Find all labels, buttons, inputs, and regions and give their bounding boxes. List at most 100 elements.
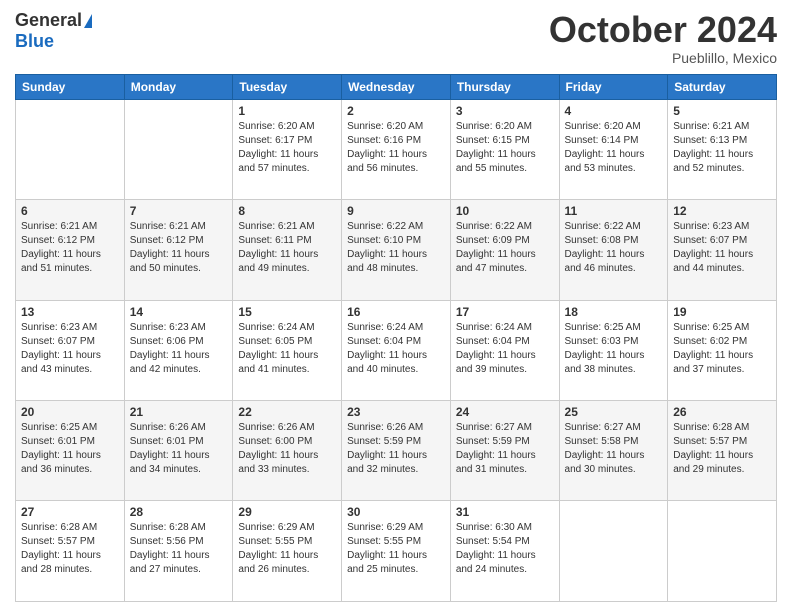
table-row: 24 Sunrise: 6:27 AM Sunset: 5:59 PM Dayli… — [450, 401, 559, 501]
calendar-header-row: Sunday Monday Tuesday Wednesday Thursday… — [16, 74, 777, 99]
day-number: 2 — [347, 104, 445, 118]
day-number: 4 — [565, 104, 663, 118]
table-row: 17 Sunrise: 6:24 AM Sunset: 6:04 PM Dayli… — [450, 300, 559, 400]
day-info: Sunrise: 6:24 AM Sunset: 6:04 PM Dayligh… — [347, 321, 445, 377]
table-row: 11Sunrise: 6:22 AM Sunset: 6:08 PM Dayli… — [559, 200, 668, 300]
day-number: 17 — [456, 305, 554, 319]
table-row: 1 Sunrise: 6:20 AM Sunset: 6:17 PM Daylig… — [233, 99, 342, 199]
month-title: October 2024 — [549, 10, 777, 50]
col-thursday: Thursday — [450, 74, 559, 99]
table-row: 26 Sunrise: 6:28 AM Sunset: 5:57 PM Dayli… — [668, 401, 777, 501]
table-row: 30 Sunrise: 6:29 AM Sunset: 5:55 PM Dayli… — [342, 501, 451, 602]
day-number: 6 — [21, 204, 119, 218]
day-info: Sunrise: 6:22 AM Sunset: 6:08 PM Dayligh… — [565, 220, 663, 276]
table-row — [16, 99, 125, 199]
logo-general: General — [15, 10, 82, 31]
day-info: Sunrise: 6:29 AM Sunset: 5:55 PM Dayligh… — [238, 521, 336, 577]
table-row: 9Sunrise: 6:22 AM Sunset: 6:10 PM Daylig… — [342, 200, 451, 300]
table-row: 16 Sunrise: 6:24 AM Sunset: 6:04 PM Dayli… — [342, 300, 451, 400]
col-monday: Monday — [124, 74, 233, 99]
table-row: 14Sunrise: 6:23 AM Sunset: 6:06 PM Dayli… — [124, 300, 233, 400]
table-row: 22 Sunrise: 6:26 AM Sunset: 6:00 PM Dayli… — [233, 401, 342, 501]
col-wednesday: Wednesday — [342, 74, 451, 99]
day-info: Sunrise: 6:27 AM Sunset: 5:59 PM Dayligh… — [456, 421, 554, 477]
day-info: Sunrise: 6:29 AM Sunset: 5:55 PM Dayligh… — [347, 521, 445, 577]
table-row: 10 Sunrise: 6:22 AM Sunset: 6:09 PM Dayli… — [450, 200, 559, 300]
day-info: Sunrise: 6:25 AM Sunset: 6:02 PM Dayligh… — [673, 321, 771, 377]
page: General Blue October 2024 Pueblillo, Mex… — [0, 0, 792, 612]
calendar-week-row: 6 Sunrise: 6:21 AM Sunset: 6:12 PM Daylig… — [16, 200, 777, 300]
logo: General Blue — [15, 10, 92, 52]
day-number: 24 — [456, 405, 554, 419]
day-number: 23 — [347, 405, 445, 419]
day-info: Sunrise: 6:26 AM Sunset: 6:00 PM Dayligh… — [238, 421, 336, 477]
logo-text: General — [15, 10, 92, 31]
table-row: 7Sunrise: 6:21 AM Sunset: 6:12 PM Daylig… — [124, 200, 233, 300]
table-row: 25 Sunrise: 6:27 AM Sunset: 5:58 PM Dayli… — [559, 401, 668, 501]
day-number: 22 — [238, 405, 336, 419]
day-number: 29 — [238, 505, 336, 519]
day-number: 15 — [238, 305, 336, 319]
logo-triangle-icon — [84, 14, 92, 28]
table-row: 15Sunrise: 6:24 AM Sunset: 6:05 PM Dayli… — [233, 300, 342, 400]
day-info: Sunrise: 6:21 AM Sunset: 6:11 PM Dayligh… — [238, 220, 336, 276]
header: General Blue October 2024 Pueblillo, Mex… — [15, 10, 777, 66]
title-block: October 2024 Pueblillo, Mexico — [549, 10, 777, 66]
table-row: 6 Sunrise: 6:21 AM Sunset: 6:12 PM Daylig… — [16, 200, 125, 300]
day-info: Sunrise: 6:28 AM Sunset: 5:57 PM Dayligh… — [673, 421, 771, 477]
day-number: 31 — [456, 505, 554, 519]
table-row: 5Sunrise: 6:21 AM Sunset: 6:13 PM Daylig… — [668, 99, 777, 199]
day-number: 21 — [130, 405, 228, 419]
table-row: 20 Sunrise: 6:25 AM Sunset: 6:01 PM Dayli… — [16, 401, 125, 501]
table-row: 29 Sunrise: 6:29 AM Sunset: 5:55 PM Dayli… — [233, 501, 342, 602]
day-info: Sunrise: 6:22 AM Sunset: 6:09 PM Dayligh… — [456, 220, 554, 276]
day-number: 10 — [456, 204, 554, 218]
col-sunday: Sunday — [16, 74, 125, 99]
table-row — [559, 501, 668, 602]
day-info: Sunrise: 6:27 AM Sunset: 5:58 PM Dayligh… — [565, 421, 663, 477]
calendar-week-row: 13Sunrise: 6:23 AM Sunset: 6:07 PM Dayli… — [16, 300, 777, 400]
table-row: 23 Sunrise: 6:26 AM Sunset: 5:59 PM Dayli… — [342, 401, 451, 501]
day-number: 1 — [238, 104, 336, 118]
day-info: Sunrise: 6:30 AM Sunset: 5:54 PM Dayligh… — [456, 521, 554, 577]
day-info: Sunrise: 6:20 AM Sunset: 6:16 PM Dayligh… — [347, 120, 445, 176]
table-row: 27Sunrise: 6:28 AM Sunset: 5:57 PM Dayli… — [16, 501, 125, 602]
day-number: 12 — [673, 204, 771, 218]
day-number: 3 — [456, 104, 554, 118]
day-info: Sunrise: 6:20 AM Sunset: 6:14 PM Dayligh… — [565, 120, 663, 176]
col-tuesday: Tuesday — [233, 74, 342, 99]
table-row: 19 Sunrise: 6:25 AM Sunset: 6:02 PM Dayli… — [668, 300, 777, 400]
table-row: 18Sunrise: 6:25 AM Sunset: 6:03 PM Dayli… — [559, 300, 668, 400]
day-number: 7 — [130, 204, 228, 218]
table-row: 28Sunrise: 6:28 AM Sunset: 5:56 PM Dayli… — [124, 501, 233, 602]
day-number: 14 — [130, 305, 228, 319]
col-friday: Friday — [559, 74, 668, 99]
day-info: Sunrise: 6:23 AM Sunset: 6:07 PM Dayligh… — [673, 220, 771, 276]
day-number: 8 — [238, 204, 336, 218]
day-number: 30 — [347, 505, 445, 519]
day-number: 13 — [21, 305, 119, 319]
table-row: 4 Sunrise: 6:20 AM Sunset: 6:14 PM Daylig… — [559, 99, 668, 199]
day-info: Sunrise: 6:26 AM Sunset: 5:59 PM Dayligh… — [347, 421, 445, 477]
day-info: Sunrise: 6:24 AM Sunset: 6:04 PM Dayligh… — [456, 321, 554, 377]
day-number: 27 — [21, 505, 119, 519]
table-row: 12 Sunrise: 6:23 AM Sunset: 6:07 PM Dayli… — [668, 200, 777, 300]
day-info: Sunrise: 6:21 AM Sunset: 6:12 PM Dayligh… — [21, 220, 119, 276]
table-row: 13Sunrise: 6:23 AM Sunset: 6:07 PM Dayli… — [16, 300, 125, 400]
calendar-week-row: 20 Sunrise: 6:25 AM Sunset: 6:01 PM Dayli… — [16, 401, 777, 501]
day-number: 25 — [565, 405, 663, 419]
table-row: 21 Sunrise: 6:26 AM Sunset: 6:01 PM Dayli… — [124, 401, 233, 501]
day-info: Sunrise: 6:20 AM Sunset: 6:15 PM Dayligh… — [456, 120, 554, 176]
day-info: Sunrise: 6:20 AM Sunset: 6:17 PM Dayligh… — [238, 120, 336, 176]
day-info: Sunrise: 6:26 AM Sunset: 6:01 PM Dayligh… — [130, 421, 228, 477]
col-saturday: Saturday — [668, 74, 777, 99]
day-number: 20 — [21, 405, 119, 419]
day-number: 26 — [673, 405, 771, 419]
location-subtitle: Pueblillo, Mexico — [549, 50, 777, 66]
day-number: 19 — [673, 305, 771, 319]
calendar-week-row: 1 Sunrise: 6:20 AM Sunset: 6:17 PM Daylig… — [16, 99, 777, 199]
day-number: 28 — [130, 505, 228, 519]
day-number: 16 — [347, 305, 445, 319]
day-number: 5 — [673, 104, 771, 118]
day-info: Sunrise: 6:25 AM Sunset: 6:01 PM Dayligh… — [21, 421, 119, 477]
